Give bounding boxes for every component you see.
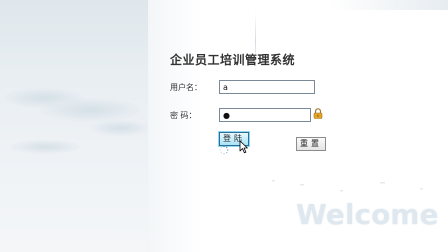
password-field[interactable]: ● (219, 108, 311, 122)
left-background-panel (0, 0, 150, 252)
username-label: 用户名： (170, 83, 202, 92)
mouse-cursor-icon (239, 140, 248, 154)
lock-icon (313, 108, 323, 119)
decorative-dots (272, 180, 423, 192)
password-label: 密 码： (170, 111, 197, 120)
loading-spinner-icon (219, 145, 229, 155)
cloud-decoration (40, 98, 140, 122)
cloud-decoration (10, 140, 80, 154)
welcome-watermark: Welcome (296, 198, 439, 231)
reset-button[interactable]: 重置 (296, 137, 326, 151)
top-decoration-strip (330, 0, 448, 10)
page-title: 企业员工培训管理系统 (170, 53, 296, 67)
username-field[interactable]: a (219, 80, 315, 94)
cloud-decoration (90, 120, 150, 136)
